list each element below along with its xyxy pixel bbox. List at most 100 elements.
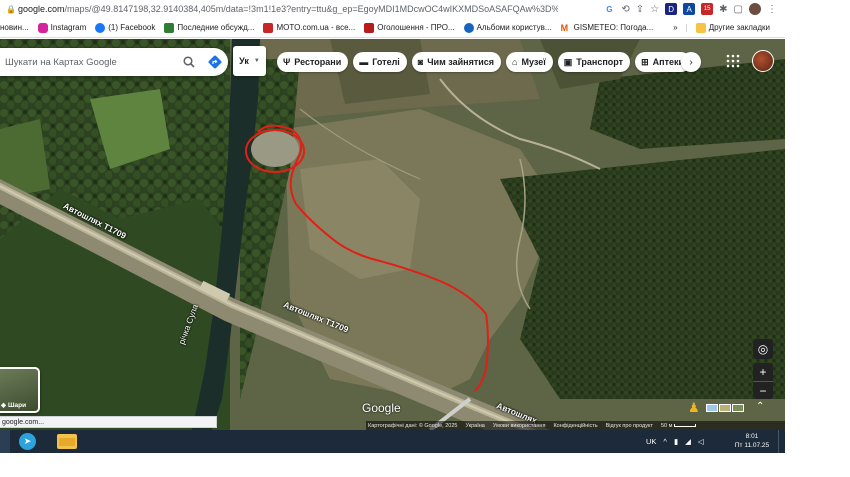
chip-hotels[interactable]: ▬ Готелі	[353, 52, 407, 72]
facebook-icon	[95, 22, 106, 33]
tray-chevron-icon[interactable]: ^	[663, 437, 667, 446]
chip-label: Транспорт	[576, 57, 624, 67]
museum-icon: ⌂	[512, 57, 518, 67]
bookmark-facebook[interactable]: (1) Facebook	[95, 22, 156, 33]
transit-icon: ▣	[563, 56, 573, 67]
feedback-link[interactable]: Відгук про продукт	[606, 423, 653, 429]
search-input[interactable]: Шукати на Картах Google	[0, 57, 176, 68]
apps-grid-icon[interactable]	[726, 54, 740, 68]
address-bar[interactable]: 🔒 google.com/maps/@49.8147198,32.9140384…	[0, 0, 785, 18]
search-box[interactable]: Шукати на Картах Google	[0, 48, 228, 76]
bookmark-gismeteo[interactable]: M GISMETEO: Погода...	[560, 22, 654, 33]
bookmark-label: Альбоми користув...	[476, 23, 552, 32]
extension-badge-icon[interactable]: 15	[701, 3, 714, 15]
attribution-country[interactable]: Україна	[465, 423, 484, 429]
chip-label: Готелі	[372, 57, 400, 67]
status-bar: google.com...	[0, 416, 217, 428]
bookmark-label: Последние обсужд...	[177, 23, 255, 32]
bookmark-forum[interactable]: Последние обсужд...	[164, 22, 255, 33]
chip-things-to-do[interactable]: ◙ Чим зайнятися	[411, 52, 502, 72]
thumbnail-satellite[interactable]	[732, 404, 744, 412]
bookmarks-overflow-button[interactable]: »	[673, 23, 677, 32]
network-icon[interactable]: ◢	[685, 437, 691, 446]
bookmark-prom[interactable]: Оголошення - ПРО...	[364, 22, 455, 33]
taskbar: ➤ UK ^ ▮ ◢ ◁ 8:01 Пт 11.07.25	[0, 430, 785, 453]
account-avatar[interactable]	[752, 50, 774, 72]
puzzle-icon[interactable]: ✱	[719, 4, 727, 15]
volume-icon[interactable]: ◁	[698, 437, 704, 446]
pegman-icon[interactable]: ♟	[688, 400, 700, 416]
profile-avatar[interactable]	[749, 3, 761, 15]
zoom-in-button[interactable]: +	[753, 363, 773, 381]
bookmark-label: Оголошення - ПРО...	[377, 23, 455, 32]
layer-thumbnails[interactable]	[706, 404, 744, 412]
system-tray: UK ^ ▮ ◢ ◁	[646, 430, 704, 453]
bookmark-item[interactable]: новин...	[0, 23, 29, 32]
instagram-icon	[37, 22, 48, 33]
minus-icon: −	[759, 383, 767, 398]
map-canvas[interactable]: Шукати на Картах Google Ук ▼ Ψ Ресторани …	[0, 39, 785, 430]
other-bookmarks-folder[interactable]: Другие закладки	[695, 22, 770, 33]
search-icon[interactable]	[176, 49, 202, 75]
scale-label: 50 м	[660, 422, 673, 429]
language-indicator[interactable]: UK	[646, 437, 656, 446]
chip-restaurants[interactable]: Ψ Ресторани	[277, 52, 349, 72]
share-icon[interactable]: ⇪	[636, 4, 644, 15]
bookmark-label: GISMETEO: Погода...	[573, 23, 654, 32]
thumbnail-map[interactable]	[706, 404, 718, 412]
language-button[interactable]: Ук ▼	[233, 46, 266, 76]
google-lens-icon[interactable]: G	[603, 3, 615, 15]
url-host: google.com	[18, 4, 65, 14]
forum-icon	[164, 22, 175, 33]
attribution-data: Картографічні дані: © Google, 2025	[368, 422, 458, 429]
clock-date: Пт 11.07.25	[734, 442, 770, 449]
side-panel-icon[interactable]: ▢	[734, 4, 743, 15]
bookmark-moto[interactable]: MOTO.com.ua - все...	[263, 22, 356, 33]
folder-icon	[695, 22, 706, 33]
google-logo: Google	[362, 401, 401, 415]
bookmark-label: (1) Facebook	[108, 23, 156, 32]
bookmark-label: Instagram	[50, 23, 87, 32]
bookmark-albums[interactable]: Альбоми користув...	[463, 22, 552, 33]
power-icon[interactable]: ▮	[674, 437, 678, 446]
pharmacy-icon: ⊞	[641, 56, 649, 67]
telegram-icon[interactable]: ➤	[19, 433, 36, 450]
globe-icon	[463, 22, 474, 33]
clock[interactable]: 8:01 Пт 11.07.25	[730, 432, 774, 450]
start-button[interactable]	[0, 430, 10, 453]
lock-icon[interactable]: 🔒	[4, 5, 18, 14]
privacy-link[interactable]: Конфіденційність	[553, 423, 597, 429]
my-location-button[interactable]: ◎	[753, 339, 773, 359]
chevron-down-icon: ▼	[253, 58, 260, 64]
thumbnail-terrain[interactable]	[719, 404, 731, 412]
terms-link[interactable]: Умови використання	[493, 423, 546, 429]
bookmarks-divider: |	[685, 23, 688, 32]
scale-bar	[674, 424, 697, 427]
bookmarks-right: » | Другие закладки	[673, 22, 785, 33]
chips-next-button[interactable]: ›	[681, 52, 701, 72]
bookmark-star-icon[interactable]: ☆	[650, 4, 659, 15]
restaurant-icon: Ψ	[283, 57, 291, 67]
browser-window: 🔒 google.com/maps/@49.8147198,32.9140384…	[0, 0, 785, 453]
extension-a-icon[interactable]: A	[683, 3, 696, 15]
directions-icon[interactable]	[202, 49, 228, 75]
scale-control[interactable]: 50 м	[660, 422, 697, 429]
extension-d-icon[interactable]: D	[665, 3, 678, 15]
file-explorer-icon[interactable]	[57, 434, 77, 449]
chip-transit[interactable]: ▣ Транспорт	[557, 52, 631, 72]
menu-kebab-icon[interactable]: ⋮	[767, 4, 777, 15]
bookmark-label: MOTO.com.ua - все...	[276, 23, 356, 32]
history-icon[interactable]: ⟲	[621, 4, 629, 15]
chip-museums[interactable]: ⌂ Музеї	[506, 52, 553, 72]
url-text[interactable]: google.com/maps/@49.8147198,32.9140384,4…	[18, 4, 558, 14]
map-controls: ◎ + −	[753, 339, 773, 399]
bookmarks-bar: новин... Instagram (1) Facebook Последни…	[0, 18, 785, 38]
location-target-icon: ◎	[757, 342, 769, 356]
expand-icon[interactable]: ⌃	[756, 401, 764, 412]
zoom-out-button[interactable]: −	[753, 381, 773, 399]
camera-icon: ◙	[417, 57, 424, 67]
hotel-icon: ▬	[359, 57, 369, 67]
show-desktop-button[interactable]	[778, 430, 785, 453]
bookmark-instagram[interactable]: Instagram	[37, 22, 87, 33]
category-chips: Ψ Ресторани ▬ Готелі ◙ Чим зайнятися ⌂ Музеї…	[277, 52, 692, 72]
